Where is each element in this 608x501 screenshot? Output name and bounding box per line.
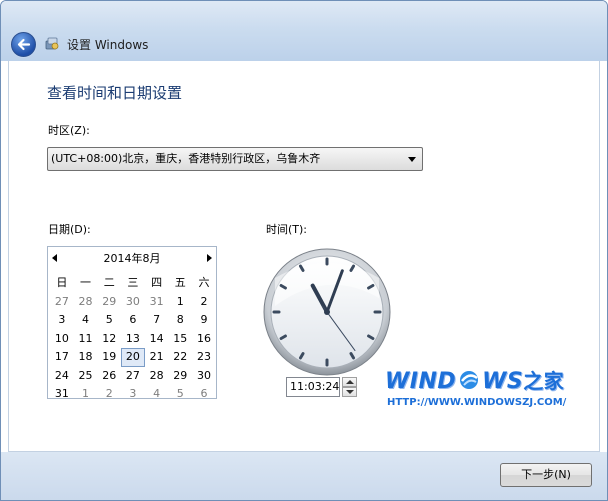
analog-clock: [263, 248, 391, 376]
calendar-day[interactable]: 8: [168, 311, 192, 330]
watermark-logo-part2: WS: [482, 369, 524, 394]
calendar-day[interactable]: 3: [50, 311, 74, 330]
main-content: 查看时间和日期设置 时区(Z): (UTC+08:00)北京，重庆，香港特别行政…: [8, 61, 600, 452]
calendar-weekday: 五: [174, 276, 186, 289]
calendar-day[interactable]: 18: [74, 348, 98, 367]
calendar-day[interactable]: 2: [192, 293, 216, 312]
calendar-day[interactable]: 30: [192, 367, 216, 386]
watermark-url: HTTP://WWW.WINDOWSZJ.COM/: [387, 397, 567, 408]
calendar-day[interactable]: 11: [74, 330, 98, 349]
windows-flag-icon: [460, 371, 479, 389]
time-spinner: [342, 377, 357, 397]
time-input[interactable]: 11:03:24: [286, 377, 340, 397]
calendar-day[interactable]: 1: [168, 293, 192, 312]
calendar-day[interactable]: 19: [97, 348, 121, 367]
calendar-day[interactable]: 6: [192, 385, 216, 404]
watermark-logo-text: WIND WS之家: [385, 365, 564, 394]
calendar-day[interactable]: 22: [168, 348, 192, 367]
calendar-day[interactable]: 21: [145, 348, 169, 367]
calendar-day[interactable]: 31: [145, 293, 169, 312]
watermark-logo: WIND WS之家 HTTP://WWW.WINDOWSZJ.COM/: [385, 365, 585, 413]
calendar-day[interactable]: 25: [74, 367, 98, 386]
calendar-month-title[interactable]: 2014年8月: [48, 250, 216, 266]
date-label: 日期(D):: [48, 223, 91, 236]
spinner-down-button[interactable]: [342, 387, 357, 397]
timezone-value: (UTC+08:00)北京，重庆，香港特别行政区，乌鲁木齐: [51, 152, 321, 165]
calendar-day[interactable]: 3: [121, 385, 145, 404]
calendar: 2014年8月 日一二三四五六 27 28 29 30 31 1 2 3 4 5 6 7 8 9 10 11 12…: [47, 246, 217, 400]
window-title: 设置 Windows: [67, 38, 149, 52]
calendar-day[interactable]: 23: [192, 348, 216, 367]
next-button[interactable]: 下一步(N): [500, 463, 592, 487]
calendar-weekday: 六: [198, 276, 210, 289]
calendar-day[interactable]: 5: [97, 311, 121, 330]
calendar-day[interactable]: 28: [74, 293, 98, 312]
calendar-weekday: 日: [56, 276, 68, 289]
calendar-day[interactable]: 1: [74, 385, 98, 404]
back-button[interactable]: [11, 32, 36, 57]
chevron-down-icon: [408, 157, 416, 162]
footer-bar: 下一步(N): [1, 452, 607, 500]
calendar-day[interactable]: 9: [192, 311, 216, 330]
calendar-day[interactable]: 6: [121, 311, 145, 330]
calendar-day[interactable]: 29: [97, 293, 121, 312]
calendar-day[interactable]: 16: [192, 330, 216, 349]
calendar-day[interactable]: 27: [50, 293, 74, 312]
calendar-day-selected[interactable]: 20: [121, 348, 145, 367]
calendar-day[interactable]: 5: [168, 385, 192, 404]
calendar-day[interactable]: 7: [145, 311, 169, 330]
calendar-day[interactable]: 26: [97, 367, 121, 386]
calendar-day[interactable]: 10: [50, 330, 74, 349]
timezone-select[interactable]: (UTC+08:00)北京，重庆，香港特别行政区，乌鲁木齐: [47, 147, 423, 171]
calendar-day[interactable]: 31: [50, 385, 74, 404]
calendar-weekday: 一: [80, 276, 92, 289]
calendar-day[interactable]: 30: [121, 293, 145, 312]
calendar-day[interactable]: 2: [97, 385, 121, 404]
calendar-day[interactable]: 29: [168, 367, 192, 386]
page-title: 查看时间和日期设置: [47, 84, 183, 102]
calendar-day[interactable]: 14: [145, 330, 169, 349]
back-arrow-icon: [17, 38, 31, 51]
calendar-weekday: 三: [127, 276, 139, 289]
setup-window: 设置 Windows 查看时间和日期设置 时区(Z): (UTC+08:00)北…: [0, 0, 608, 501]
calendar-weekday: 二: [103, 276, 115, 289]
calendar-grid: 日一二三四五六 27 28 29 30 31 1 2 3 4 5 6 7 8 9 10 11 12 13 14 15 16…: [50, 274, 216, 404]
timezone-label: 时区(Z):: [48, 124, 90, 137]
watermark-logo-part1: WIND: [385, 369, 457, 394]
calendar-day[interactable]: 13: [121, 330, 145, 349]
calendar-day[interactable]: 4: [74, 311, 98, 330]
calendar-day[interactable]: 15: [168, 330, 192, 349]
clock-center-pin: [324, 309, 330, 315]
watermark-logo-cn: 之家: [523, 369, 565, 393]
calendar-day[interactable]: 12: [97, 330, 121, 349]
setup-icon: [45, 37, 59, 50]
title-bar: 设置 Windows: [1, 1, 607, 61]
calendar-next-month-button[interactable]: [207, 254, 212, 262]
calendar-weekday: 四: [151, 276, 163, 289]
calendar-day[interactable]: 27: [121, 367, 145, 386]
calendar-day[interactable]: 28: [145, 367, 169, 386]
spinner-up-button[interactable]: [342, 377, 357, 387]
time-label: 时间(T):: [266, 223, 308, 236]
calendar-day[interactable]: 24: [50, 367, 74, 386]
calendar-day[interactable]: 17: [50, 348, 74, 367]
calendar-day[interactable]: 4: [145, 385, 169, 404]
